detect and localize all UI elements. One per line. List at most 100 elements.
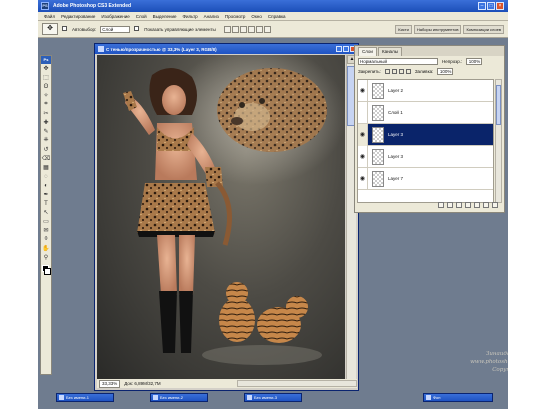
new-layer-icon[interactable] [483,202,489,208]
photoshop-logo-icon: PS [41,2,49,10]
lasso-tool-icon[interactable]: ʘ [41,82,51,91]
new-group-icon[interactable] [474,202,480,208]
shape-tool-icon[interactable]: ▭ [41,217,51,226]
menu-image[interactable]: Изображение [101,14,129,19]
type-tool-icon[interactable]: T [41,199,51,208]
menu-view[interactable]: Просмотр [225,14,246,19]
dock-tab-brushes[interactable]: Кисти [395,24,412,34]
opacity-field[interactable]: 100% [466,57,483,65]
show-controls-checkbox[interactable] [134,26,140,32]
marquee-tool-icon[interactable]: ⬚ [41,73,51,82]
menu-filter[interactable]: Фильтр [183,14,198,19]
tab-channels[interactable]: Каналы [377,47,402,56]
menu-file[interactable]: Файл [44,14,55,19]
window-controls: – □ × [478,2,504,10]
minimized-document[interactable]: Без имени-1 [56,393,114,402]
magic-wand-icon[interactable]: ✧ [41,91,51,100]
lock-transparent-icon[interactable] [384,68,390,74]
blend-mode-dropdown[interactable]: Нормальный [358,57,438,65]
layer-mask-icon[interactable] [456,202,462,208]
stamp-tool-icon[interactable]: ⎈ [41,136,51,145]
eyedropper-icon[interactable]: ⌽ [41,235,51,244]
link-layers-icon[interactable] [438,202,444,208]
tab-layers[interactable]: Слои [358,47,377,56]
eraser-tool-icon[interactable]: ⌫ [41,154,51,163]
menu-analysis[interactable]: Анализ [204,14,219,19]
autoselect-dropdown[interactable]: Слой [100,25,131,33]
menu-select[interactable]: Выделение [153,14,177,19]
minimized-document[interactable]: Без имени-3 [244,393,302,402]
dock-tab-tool-presets[interactable]: Наборы инструментов [413,24,462,34]
layer-list-scrollbar[interactable] [495,79,502,203]
layer-name[interactable]: Слой 1 [388,110,403,115]
doc-maximize-icon[interactable] [343,46,349,52]
doc-minimize-icon[interactable] [336,46,342,52]
image-canvas[interactable] [97,55,345,379]
layer-thumbnail [372,148,384,165]
menu-help[interactable]: Справка [268,14,286,19]
document-title-bar[interactable]: С тенью/прозрачностью @ 33,3% (Layer 3, … [95,44,358,54]
gradient-tool-icon[interactable]: ▦ [41,163,51,172]
autoselect-checkbox[interactable] [62,26,68,32]
zoom-tool-icon[interactable]: ⚲ [41,253,51,262]
layer-row[interactable]: ◉ Layer 3 [358,123,493,146]
delete-layer-icon[interactable] [492,202,498,208]
opacity-label: Непрозр.: [442,58,463,64]
align-top-icon[interactable] [223,25,231,33]
minimize-icon[interactable]: – [478,2,486,10]
layer-row[interactable]: ◉ Layer 2 [358,79,493,102]
layers-panel-tabs: Слои Каналы [355,46,504,56]
background-color-swatch[interactable] [44,268,51,275]
layer-row[interactable]: Слой 1 [358,101,493,124]
history-brush-icon[interactable]: ↺ [41,145,51,154]
healing-brush-icon[interactable]: ✚ [41,118,51,127]
move-tool-preset-icon[interactable]: ✥ [42,23,58,35]
lock-image-icon[interactable] [391,68,397,74]
layer-name[interactable]: Layer 3 [388,154,403,159]
blur-tool-icon[interactable]: ◌ [41,172,51,181]
hand-tool-icon[interactable]: ✋ [41,244,51,253]
layer-scroll-thumb[interactable] [496,85,501,125]
document-info[interactable]: Док: 6,89M/32,7M [124,381,160,386]
move-tool-icon[interactable]: ✥ [41,64,51,73]
layer-name[interactable]: Layer 3 [388,132,403,137]
layer-row[interactable]: ◉ Layer 3 [358,145,493,168]
fill-field[interactable]: 100% [437,67,454,75]
minimized-document[interactable]: Фон [423,393,493,402]
align-middle-icon[interactable] [231,25,239,33]
layer-row[interactable]: ◉ Layer 7 [358,167,493,190]
zoom-field[interactable]: 33,33% [99,379,121,388]
slice-tool-icon[interactable]: ✂ [41,109,51,118]
visibility-eye-icon[interactable]: ◉ [358,79,368,102]
maximize-icon[interactable]: □ [487,2,495,10]
visibility-eye-icon[interactable]: ◉ [358,123,368,146]
visibility-eye-icon[interactable]: ◉ [358,167,368,190]
minimized-document[interactable]: Без имени-2 [150,393,208,402]
dodge-tool-icon[interactable]: ◐ [41,181,51,190]
menu-window[interactable]: Окно [251,14,261,19]
visibility-eye-icon[interactable] [358,101,368,124]
menu-edit[interactable]: Редактирование [61,14,95,19]
layer-style-icon[interactable] [447,202,453,208]
horizontal-scrollbar[interactable] [237,380,357,387]
close-icon[interactable]: × [496,2,504,10]
crop-tool-icon[interactable]: ⌗ [41,100,51,109]
path-select-icon[interactable]: ↖ [41,208,51,217]
layer-name[interactable]: Layer 2 [388,88,403,93]
menu-layer[interactable]: Слой [136,14,147,19]
visibility-eye-icon[interactable]: ◉ [358,145,368,168]
layer-name[interactable]: Layer 7 [388,176,403,181]
adjustment-layer-icon[interactable] [465,202,471,208]
align-bottom-icon[interactable] [239,25,247,33]
notes-tool-icon[interactable]: ✉ [41,226,51,235]
pen-tool-icon[interactable]: ✒ [41,190,51,199]
photoshop-screen: PS Adobe Photoshop CS3 Extended – □ × Фа… [38,0,508,409]
brush-tool-icon[interactable]: ✎ [41,127,51,136]
lock-all-icon[interactable] [405,68,411,74]
dock-tab-layer-comps[interactable]: Композиции слоев [463,24,504,34]
align-right-icon[interactable] [263,25,271,33]
align-left-icon[interactable] [247,25,255,33]
lock-position-icon[interactable] [398,68,404,74]
layer-thumbnail [372,104,384,121]
align-center-icon[interactable] [255,25,263,33]
